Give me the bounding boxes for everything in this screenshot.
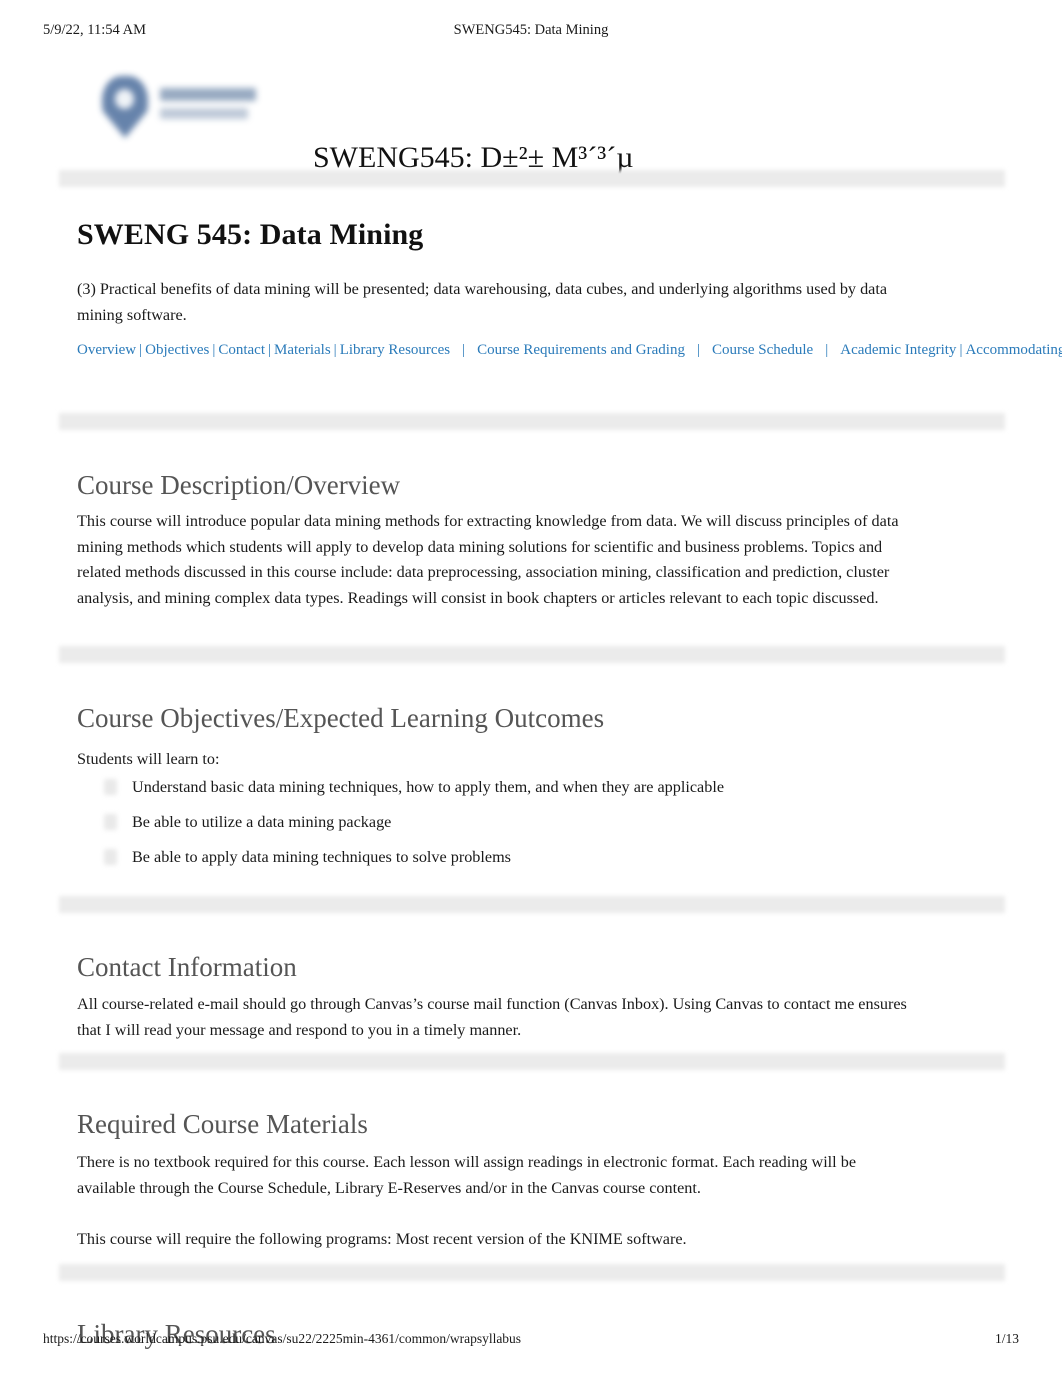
nav-link-materials[interactable]: Materials (274, 342, 331, 358)
nav-link-overview[interactable]: Overview (77, 342, 136, 358)
section-divider-library (59, 1264, 1005, 1281)
nav-link-contact[interactable]: Contact (218, 342, 265, 358)
objectives-list: Understand basic data mining techniques,… (100, 777, 950, 882)
print-header: 5/9/22, 11:54 AM SWENG545: Data Mining (0, 22, 1062, 44)
nav-link-objectives[interactable]: Objectives (145, 342, 209, 358)
nav-link-academic-integrity[interactable]: Academic Integrity (840, 342, 956, 358)
masthead: SWENG545: D±²± M³´³´µ (0, 62, 1062, 174)
section-divider-objectives (59, 646, 1005, 663)
nav-divider: | (696, 342, 700, 358)
list-item-label: Understand basic data mining techniques,… (132, 778, 725, 796)
intro-paragraph: (3) Practical benefits of data mining wi… (77, 280, 888, 324)
materials-body-2: This course will require the following p… (77, 1230, 687, 1249)
print-header-title: SWENG545: Data Mining (453, 22, 609, 38)
heading-course-description: Course Description/Overview (77, 470, 401, 501)
in-page-navigation[interactable]: Overview | Objectives | Contact | Materials | Li… (77, 338, 1062, 363)
print-footer: https://courses.worldcampus.psu.edu/canv… (0, 1331, 1062, 1351)
section-divider-description (59, 413, 1005, 430)
bullet-icon (104, 849, 117, 865)
list-item-label: Be able to apply data mining techniques … (132, 848, 511, 866)
bullet-icon (104, 779, 117, 795)
nav-divider: | (825, 342, 829, 358)
nav-link-accommodating-disabilities-part2[interactable]: dating Disabilities (1028, 342, 1062, 358)
heading-course-objectives: Course Objectives/Expected Learning Outc… (77, 703, 605, 734)
print-footer-page-number: 1/13 (994, 1331, 1019, 1346)
logo-wordmark-line2 (160, 108, 248, 119)
nav-link-accommodating-disabilities-part1[interactable]: Accommo (965, 342, 1027, 358)
nav-divider: | (333, 342, 337, 358)
nav-link-library-resources[interactable]: Library Resources (340, 342, 450, 358)
list-item-label: Be able to utilize a data mining package (132, 813, 392, 831)
print-footer-url: https://courses.worldcampus.psu.edu/canv… (43, 1331, 522, 1346)
page-title: SWENG 545: Data Mining (77, 218, 424, 252)
objectives-lead-in: Students will learn to: (77, 750, 220, 769)
section-divider-top (59, 170, 1005, 187)
section-divider-contact (59, 896, 1005, 913)
penn-state-world-campus-logo (92, 72, 266, 144)
list-item: Be able to apply data mining techniques … (100, 847, 950, 868)
heading-required-course-materials: Required Course Materials (77, 1109, 368, 1140)
contact-information-body: All course-related e-mail should go thro… (77, 995, 907, 1039)
heading-contact-information: Contact Information (77, 952, 297, 983)
nav-link-course-schedule[interactable]: Course Schedule (712, 342, 813, 358)
nav-link-course-requirements-and-grading[interactable]: Course Requirements and Grading (477, 342, 685, 358)
list-item: Be able to utilize a data mining package (100, 812, 950, 833)
materials-body-1: There is no textbook required for this c… (77, 1153, 857, 1197)
shield-icon (102, 76, 148, 138)
list-item: Understand basic data mining techniques,… (100, 777, 950, 798)
logo-wordmark-line1 (160, 88, 256, 101)
nav-divider: | (268, 342, 272, 358)
section-divider-materials (59, 1053, 1005, 1070)
nav-divider: | (139, 342, 143, 358)
course-description-body: This course will introduce popular data … (77, 512, 899, 607)
nav-divider: | (212, 342, 216, 358)
bullet-icon (104, 814, 117, 830)
nav-divider: | (462, 342, 466, 358)
